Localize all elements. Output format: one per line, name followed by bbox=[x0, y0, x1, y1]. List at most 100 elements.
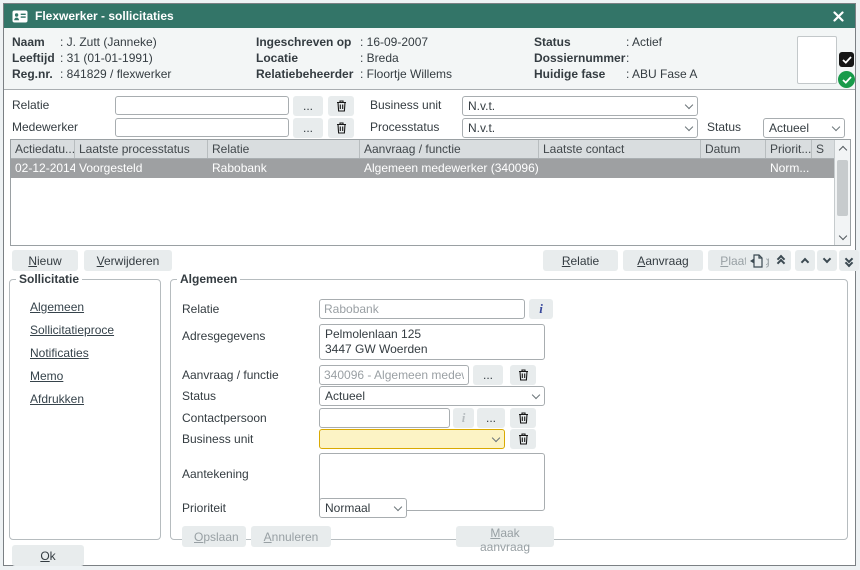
open-document-icon[interactable] bbox=[746, 250, 766, 271]
filter-relatie-label: Relatie bbox=[12, 96, 49, 115]
verwijderen-button[interactable]: Verwijderen bbox=[84, 250, 172, 271]
locatie-label: Locatie bbox=[256, 51, 298, 65]
status-value: : Actief bbox=[626, 35, 662, 51]
opslaan-button[interactable]: Opslaan bbox=[182, 526, 246, 547]
aanvraag-field bbox=[319, 365, 469, 385]
ok-button[interactable]: Ok bbox=[12, 545, 84, 566]
huidige-fase-label: Huidige fase bbox=[534, 67, 605, 81]
locatie-value: : Breda bbox=[360, 51, 399, 67]
sollicitatie-fieldset: Sollicitatie Algemeen Sollicitatieproce … bbox=[9, 272, 161, 540]
flexworker-header: Naam : J. Zutt (Janneke) Leeftijd : 31 (… bbox=[4, 28, 855, 90]
contactpersoon-trash-icon[interactable] bbox=[510, 408, 536, 428]
move-down-icon[interactable] bbox=[817, 250, 837, 271]
scroll-up-icon[interactable] bbox=[835, 141, 850, 155]
status-field-label: Status bbox=[182, 386, 216, 406]
id-card-icon bbox=[12, 10, 28, 23]
sidebar-item-algemeen[interactable]: Algemeen bbox=[30, 300, 84, 314]
chevron-down-icon bbox=[685, 100, 693, 108]
filter-medewerker-browse-button[interactable]: ... bbox=[293, 118, 323, 138]
nieuw-button[interactable]: Nieuw bbox=[12, 250, 78, 271]
status-label: Status bbox=[534, 35, 571, 49]
chevron-down-icon bbox=[832, 122, 840, 130]
relatiebeheerder-value: : Floortje Willems bbox=[360, 67, 452, 83]
filter-processtatus-select[interactable]: N.v.t. bbox=[462, 118, 698, 138]
filter-relatie-input[interactable] bbox=[115, 96, 289, 115]
col-datum[interactable]: Datum bbox=[701, 140, 766, 158]
aantekening-field-label: Aantekening bbox=[182, 464, 249, 484]
aanvraag-field-label: Aanvraag / functie bbox=[182, 365, 279, 385]
chevron-down-icon bbox=[394, 502, 402, 510]
status-select[interactable]: Actueel bbox=[319, 386, 545, 406]
filter-status-label: Status bbox=[707, 118, 741, 137]
regnr-label: Reg.nr. bbox=[12, 67, 53, 81]
contactpersoon-field-label: Contactpersoon bbox=[182, 408, 267, 428]
dialog-window: Flexwerker - sollicitaties Naam : J. Zut… bbox=[3, 3, 856, 566]
col-laatste-contact[interactable]: Laatste contact bbox=[539, 140, 701, 158]
huidige-fase-value: : ABU Fase A bbox=[626, 67, 697, 83]
filter-medewerker-label: Medewerker bbox=[12, 118, 78, 137]
adres-field-label: Adresgegevens bbox=[182, 326, 265, 346]
col-prioriteit[interactable]: Priorit... bbox=[766, 140, 812, 158]
filter-business-unit-label: Business unit bbox=[370, 96, 441, 115]
sidebar-item-sollicitatieproces[interactable]: Sollicitatieproce bbox=[30, 323, 114, 337]
regnr-value: : 841829 / flexwerker bbox=[60, 67, 171, 83]
photo-placeholder bbox=[797, 36, 837, 84]
scrollbar-thumb[interactable] bbox=[837, 160, 848, 216]
naam-label: Naam bbox=[12, 35, 45, 49]
checked-checkbox-icon[interactable] bbox=[839, 52, 854, 67]
business-unit-field-label: Business unit bbox=[182, 429, 253, 449]
close-icon[interactable] bbox=[829, 7, 847, 25]
table-row-selected[interactable]: 02-12-2014 Voorgesteld Rabobank Algemeen… bbox=[11, 159, 850, 178]
contactpersoon-browse-button[interactable]: ... bbox=[477, 408, 505, 428]
contactpersoon-field[interactable] bbox=[319, 408, 450, 428]
sidebar-item-notificaties[interactable]: Notificaties bbox=[30, 346, 89, 360]
filter-medewerker-input[interactable] bbox=[115, 118, 289, 137]
prioriteit-select[interactable]: Normaal bbox=[319, 498, 407, 518]
sollicitatie-legend: Sollicitatie bbox=[16, 272, 82, 286]
col-laatste-processtatus[interactable]: Laatste processtatus bbox=[75, 140, 208, 158]
dossiernummer-value: : bbox=[626, 51, 629, 67]
table-scrollbar[interactable] bbox=[834, 140, 850, 245]
chevron-down-icon bbox=[532, 390, 540, 398]
col-actiedatum[interactable]: Actiedatu... bbox=[11, 140, 75, 158]
col-relatie[interactable]: Relatie bbox=[208, 140, 360, 158]
aanvraag-browse-button[interactable]: ... bbox=[473, 365, 503, 385]
adres-field: Pelmolenlaan 125 3447 GW Woerden bbox=[319, 324, 545, 360]
annuleren-button[interactable]: Annuleren bbox=[251, 526, 331, 547]
aanvraag-button[interactable]: Aanvraag bbox=[623, 250, 703, 271]
col-s[interactable]: S bbox=[812, 140, 830, 158]
business-unit-trash-icon[interactable] bbox=[510, 429, 536, 449]
move-bottom-icon[interactable] bbox=[839, 250, 859, 271]
business-unit-select[interactable] bbox=[319, 429, 505, 449]
leeftijd-label: Leeftijd bbox=[12, 51, 55, 65]
chevron-down-icon bbox=[685, 122, 693, 130]
ingeschreven-label: Ingeschreven op bbox=[256, 35, 351, 49]
table-header-row: Actiedatu... Laatste processtatus Relati… bbox=[11, 140, 850, 159]
relatie-button[interactable]: Relatie bbox=[543, 250, 618, 271]
scroll-down-icon[interactable] bbox=[835, 230, 850, 244]
filter-status-select[interactable]: Actueel bbox=[763, 118, 845, 138]
relatie-field bbox=[319, 299, 525, 319]
chevron-down-icon bbox=[492, 433, 500, 441]
move-up-icon[interactable] bbox=[795, 250, 815, 271]
ingeschreven-value: : 16-09-2007 bbox=[360, 35, 428, 51]
filter-business-unit-select[interactable]: N.v.t. bbox=[462, 96, 698, 116]
prioriteit-field-label: Prioriteit bbox=[182, 498, 226, 518]
move-top-icon[interactable] bbox=[771, 250, 791, 271]
filter-relatie-trash-icon[interactable] bbox=[328, 96, 354, 116]
col-aanvraag-functie[interactable]: Aanvraag / functie bbox=[360, 140, 539, 158]
maak-aanvraag-button[interactable]: Maak aanvraag bbox=[456, 526, 554, 547]
aanvraag-trash-icon[interactable] bbox=[510, 365, 536, 385]
leeftijd-value: : 31 (01-01-1991) bbox=[60, 51, 153, 67]
relatie-info-icon[interactable]: i bbox=[529, 299, 553, 319]
sidebar-item-afdrukken[interactable]: Afdrukken bbox=[30, 392, 84, 406]
algemeen-legend: Algemeen bbox=[177, 272, 240, 286]
sidebar-item-memo[interactable]: Memo bbox=[30, 369, 63, 383]
contactpersoon-info-icon: i bbox=[453, 408, 474, 428]
sollicitaties-table: Actiedatu... Laatste processtatus Relati… bbox=[10, 139, 851, 246]
filter-bar: Relatie ... Medewerker ... Business unit… bbox=[4, 91, 855, 139]
green-check-icon[interactable] bbox=[838, 71, 855, 88]
dossiernummer-label: Dossiernummer bbox=[534, 51, 625, 65]
filter-medewerker-trash-icon[interactable] bbox=[328, 118, 354, 138]
filter-relatie-browse-button[interactable]: ... bbox=[293, 96, 323, 116]
